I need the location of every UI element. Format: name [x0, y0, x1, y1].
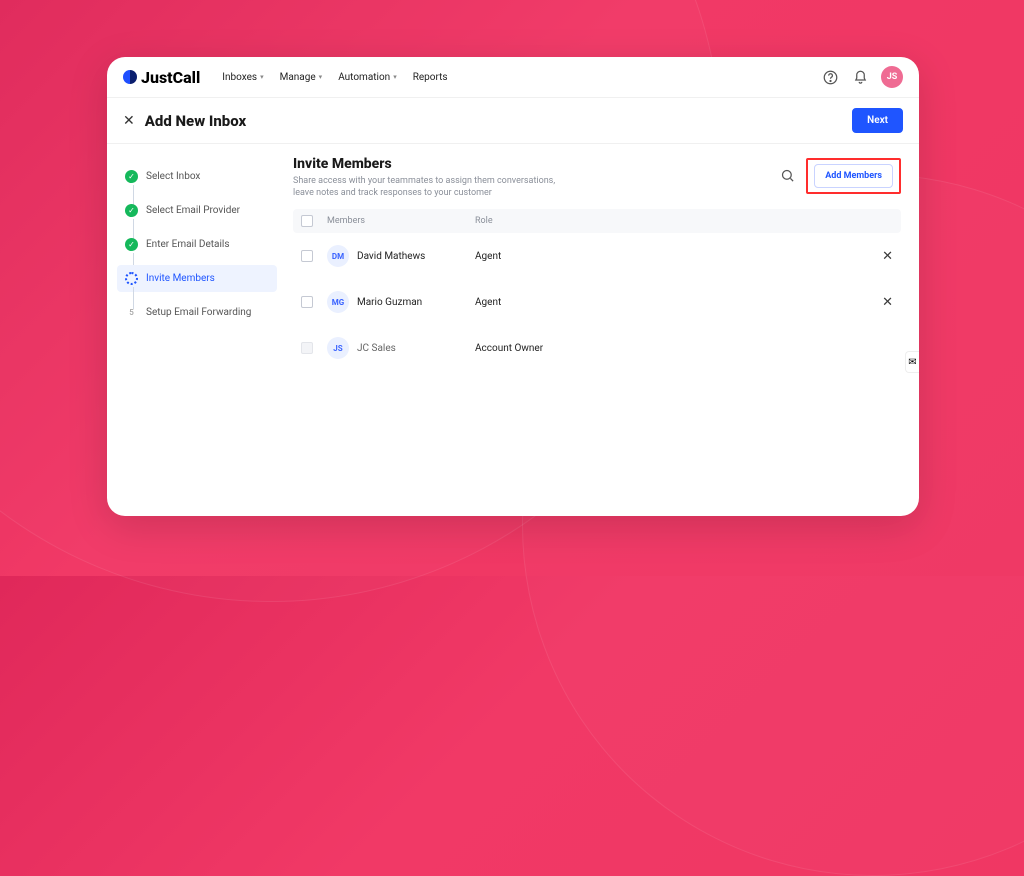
- user-avatar[interactable]: JS: [881, 66, 903, 88]
- step-label: Select Email Provider: [146, 205, 240, 216]
- column-members: Members: [327, 216, 475, 226]
- column-role: Role: [475, 216, 863, 226]
- section-actions: Add Members: [780, 158, 901, 194]
- table-row: DM David Mathews Agent ✕: [293, 233, 901, 279]
- row-checkbox[interactable]: [301, 296, 313, 308]
- search-icon[interactable]: [780, 168, 796, 184]
- brand-name: JustCall: [141, 68, 200, 87]
- step-label: Enter Email Details: [146, 239, 230, 250]
- close-icon[interactable]: ✕: [123, 113, 135, 129]
- member-cell: MG Mario Guzman: [327, 291, 475, 313]
- section-subtitle: Share access with your teammates to assi…: [293, 175, 573, 199]
- remove-member-icon[interactable]: ✕: [863, 295, 893, 310]
- step-label: Setup Email Forwarding: [146, 307, 251, 318]
- nav-manage[interactable]: Manage▾: [280, 72, 323, 83]
- nav-reports[interactable]: Reports: [413, 72, 448, 83]
- member-name: Mario Guzman: [357, 297, 422, 308]
- member-cell: DM David Mathews: [327, 245, 475, 267]
- topbar: JustCall Inboxes▾ Manage▾ Automation▾ Re…: [107, 57, 919, 98]
- step-number: 5: [125, 306, 138, 319]
- section-title: Invite Members: [293, 156, 573, 172]
- content-panel: Invite Members Share access with your te…: [277, 144, 919, 516]
- next-button[interactable]: Next: [852, 108, 903, 133]
- app-window: JustCall Inboxes▾ Manage▾ Automation▾ Re…: [107, 57, 919, 516]
- side-drawer-handle[interactable]: ✉: [905, 351, 919, 373]
- check-icon: ✓: [125, 238, 138, 251]
- step-enter-email-details[interactable]: ✓ Enter Email Details: [117, 231, 277, 258]
- check-icon: ✓: [125, 204, 138, 217]
- current-step-icon: [125, 272, 138, 285]
- select-all-checkbox[interactable]: [301, 215, 313, 227]
- steps-sidebar: ✓ Select Inbox ✓ Select Email Provider ✓…: [107, 144, 277, 516]
- member-role: Agent: [475, 297, 863, 308]
- member-cell: JS JC Sales: [327, 337, 475, 359]
- body: ✓ Select Inbox ✓ Select Email Provider ✓…: [107, 144, 919, 516]
- member-avatar: DM: [327, 245, 349, 267]
- add-members-highlight: Add Members: [806, 158, 901, 194]
- row-checkbox[interactable]: [301, 250, 313, 262]
- member-name: David Mathews: [357, 251, 425, 262]
- bell-icon[interactable]: [851, 68, 869, 86]
- step-select-email-provider[interactable]: ✓ Select Email Provider: [117, 197, 277, 224]
- brand-logo[interactable]: JustCall: [123, 68, 200, 87]
- step-invite-members[interactable]: Invite Members: [117, 265, 277, 292]
- member-role: Agent: [475, 251, 863, 262]
- step-label: Select Inbox: [146, 171, 200, 182]
- titlebar: ✕ Add New Inbox Next: [107, 98, 919, 144]
- remove-member-icon[interactable]: ✕: [863, 249, 893, 264]
- main-nav: Inboxes▾ Manage▾ Automation▾ Reports: [222, 72, 447, 83]
- nav-inboxes[interactable]: Inboxes▾: [222, 72, 263, 83]
- step-label: Invite Members: [146, 273, 215, 284]
- nav-automation[interactable]: Automation▾: [338, 72, 397, 83]
- help-icon[interactable]: [821, 68, 839, 86]
- chevron-down-icon: ▾: [393, 73, 397, 81]
- table-row: JS JC Sales Account Owner: [293, 325, 901, 371]
- table-row: MG Mario Guzman Agent ✕: [293, 279, 901, 325]
- topbar-actions: JS: [821, 66, 903, 88]
- step-setup-email-forwarding[interactable]: 5 Setup Email Forwarding: [117, 299, 277, 326]
- row-checkbox: [301, 342, 313, 354]
- member-avatar: MG: [327, 291, 349, 313]
- member-avatar: JS: [327, 337, 349, 359]
- table-header: Members Role: [293, 209, 901, 233]
- page-title: Add New Inbox: [145, 112, 246, 130]
- member-name: JC Sales: [357, 343, 396, 354]
- add-members-button[interactable]: Add Members: [814, 164, 893, 188]
- check-icon: ✓: [125, 170, 138, 183]
- chevron-down-icon: ▾: [260, 73, 264, 81]
- step-select-inbox[interactable]: ✓ Select Inbox: [117, 163, 277, 190]
- section-header: Invite Members Share access with your te…: [293, 156, 901, 199]
- member-role: Account Owner: [475, 343, 863, 354]
- chevron-down-icon: ▾: [319, 73, 323, 81]
- members-table: Members Role DM David Mathews Agent ✕: [293, 209, 901, 371]
- logo-mark-icon: [123, 70, 137, 84]
